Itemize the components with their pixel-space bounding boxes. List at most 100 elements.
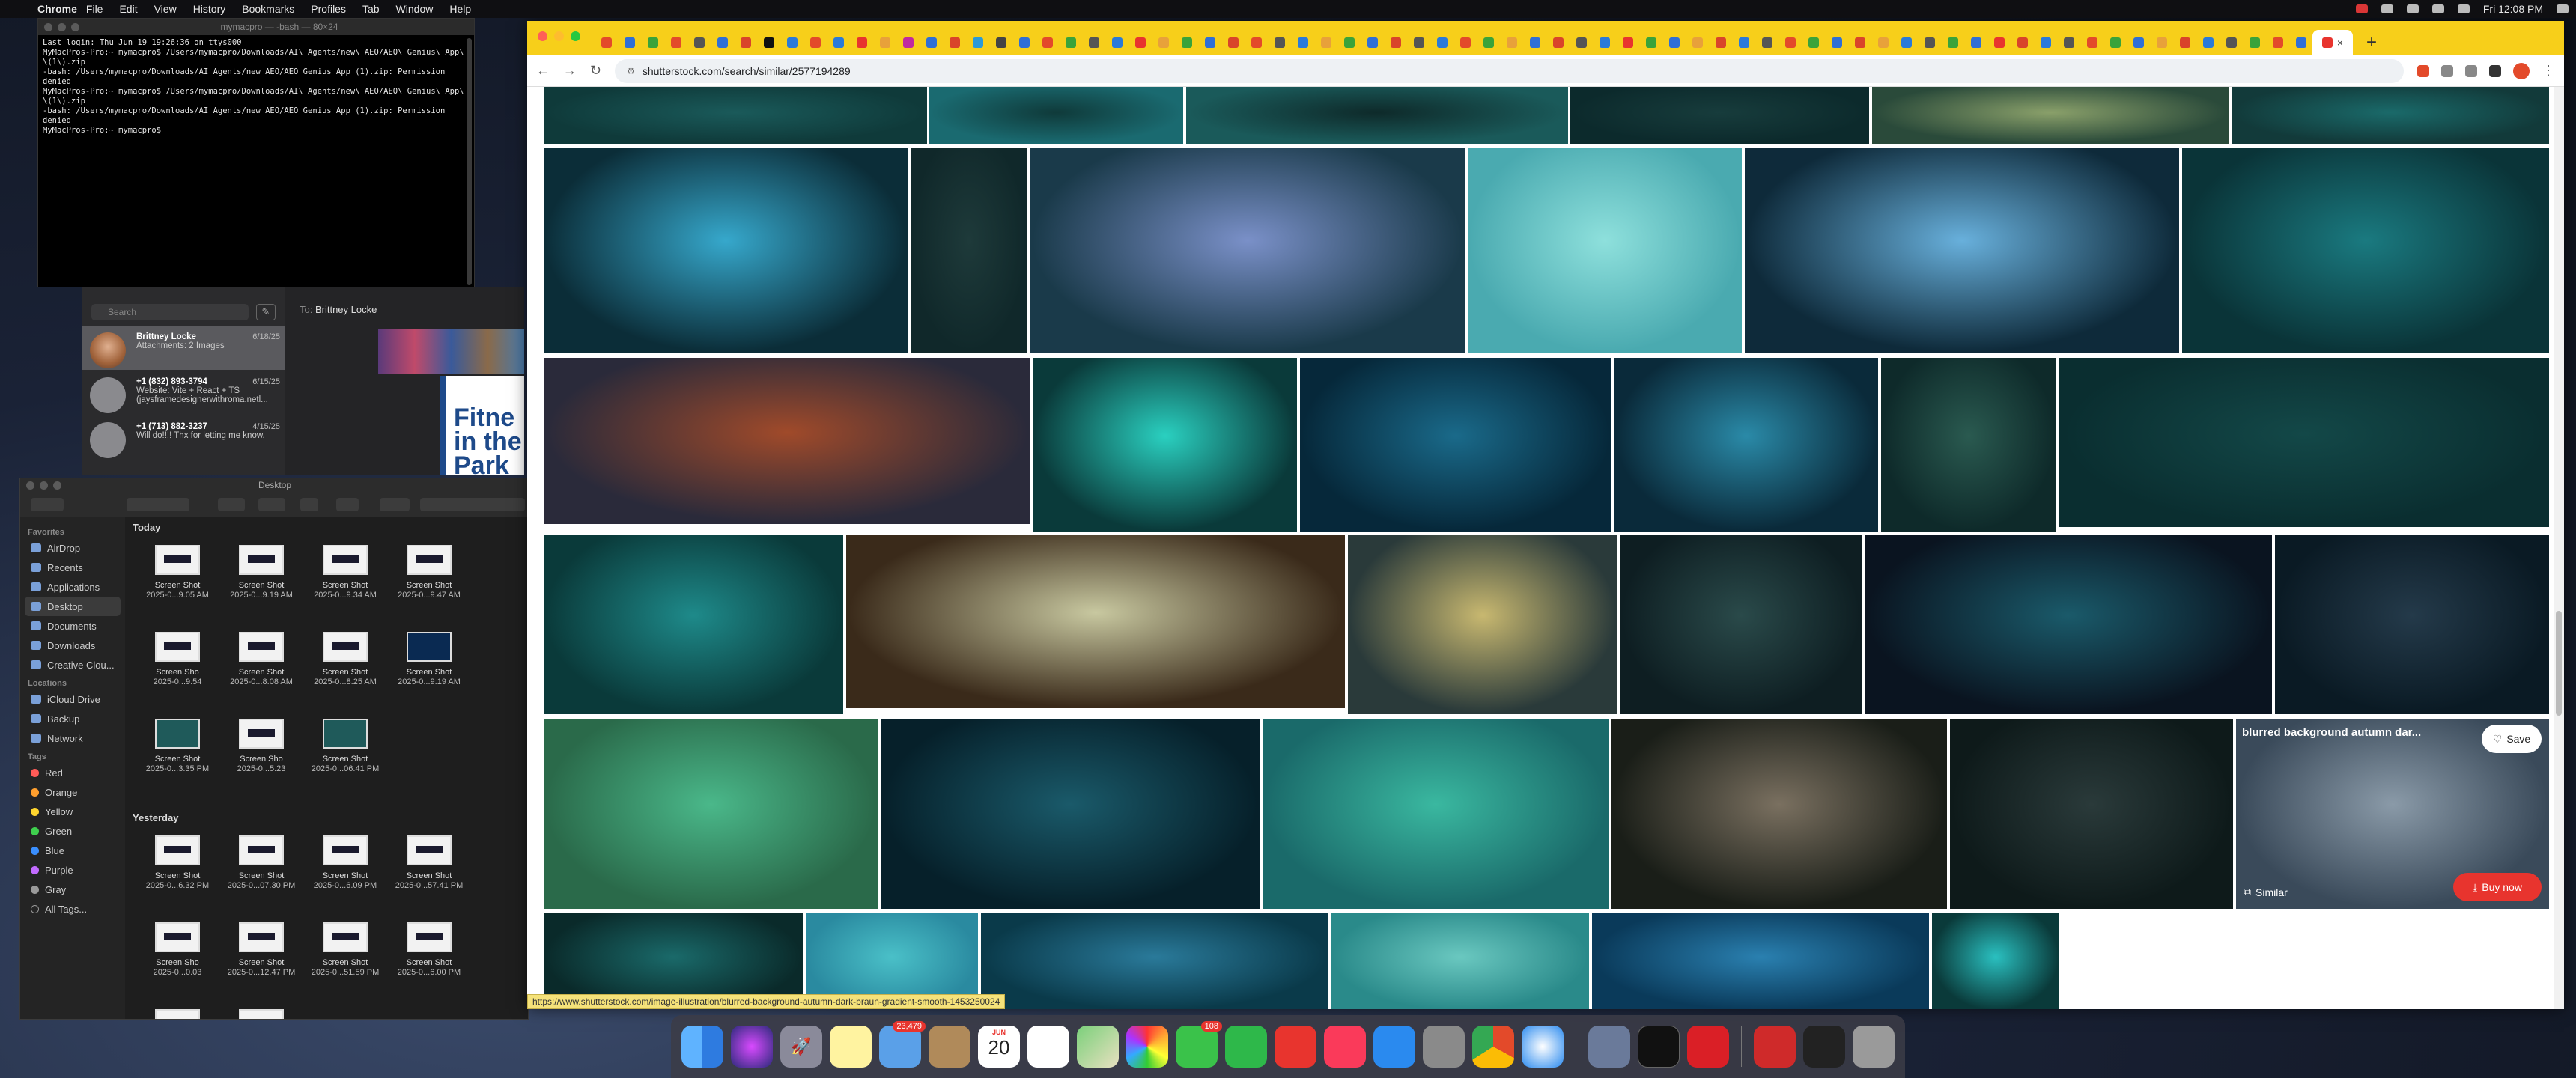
- conversation-item[interactable]: Brittney Locke Attachments: 2 Images 6/1…: [82, 326, 285, 370]
- browser-tab[interactable]: [687, 30, 711, 55]
- browser-tab[interactable]: [1523, 30, 1546, 55]
- browser-tab[interactable]: [989, 30, 1012, 55]
- file-item[interactable]: Screen Shot 2025-0...07.30 PM: [219, 828, 303, 915]
- image-result-tile[interactable]: [544, 358, 1030, 524]
- minimize-icon[interactable]: [554, 31, 564, 41]
- sidebar-item-network[interactable]: Network: [20, 728, 125, 748]
- creative-cloud-status-icon[interactable]: [2355, 4, 2368, 13]
- browser-tab[interactable]: [2220, 30, 2243, 55]
- sidebar-item-icloud[interactable]: iCloud Drive: [20, 689, 125, 709]
- browser-tab[interactable]: [2011, 30, 2034, 55]
- recipient-field[interactable]: To: Brittney Locke: [300, 304, 377, 315]
- browser-tab[interactable]: [2289, 30, 2312, 55]
- buy-now-button[interactable]: ⤓ Buy now: [2453, 873, 2542, 901]
- file-item[interactable]: Screen Shot 2025-0...9.34 AM: [303, 538, 387, 624]
- browser-tab[interactable]: [2266, 30, 2289, 55]
- site-info-icon[interactable]: ⚙: [627, 66, 635, 76]
- sidebar-tag-orange[interactable]: Orange: [20, 782, 125, 802]
- control-center-icon[interactable]: [2457, 4, 2470, 13]
- wifi-icon[interactable]: [2406, 4, 2419, 13]
- music-dock-icon[interactable]: [1324, 1026, 1366, 1068]
- image-result-tile[interactable]: [1570, 87, 1869, 144]
- preview-dock-icon[interactable]: [1588, 1026, 1630, 1068]
- group-by-button[interactable]: [218, 498, 245, 511]
- terminal-dock-icon[interactable]: [1638, 1026, 1680, 1068]
- profile-avatar[interactable]: [2513, 62, 2530, 79]
- browser-tab[interactable]: [595, 30, 618, 55]
- image-result-tile[interactable]: [1932, 913, 2059, 1009]
- menu-kebab-icon[interactable]: ⋮: [2542, 63, 2555, 79]
- image-result-tile[interactable]: [2182, 148, 2549, 353]
- trash-dock-icon[interactable]: [1853, 1026, 1895, 1068]
- bookmark-icon[interactable]: [2465, 64, 2477, 77]
- reminders-dock-icon[interactable]: [1027, 1026, 1069, 1068]
- sidebar-item-backup[interactable]: Backup: [20, 709, 125, 728]
- messages-search-input[interactable]: Search: [91, 304, 249, 320]
- browser-tab[interactable]: [2127, 30, 2150, 55]
- file-item[interactable]: Screen Shot2025-0...9.27 PM: [136, 1002, 219, 1019]
- menu-view[interactable]: View: [154, 3, 177, 15]
- browser-tab[interactable]: [780, 30, 804, 55]
- conversation-item[interactable]: +1 (713) 882-3237 Will do!!!! Thx for le…: [82, 416, 285, 460]
- browser-tab[interactable]: [711, 30, 734, 55]
- sidebar-item-recents[interactable]: Recents: [20, 558, 125, 577]
- siri-status-icon[interactable]: [2557, 4, 2569, 13]
- menu-bookmarks[interactable]: Bookmarks: [242, 3, 294, 15]
- browser-tab[interactable]: [920, 30, 943, 55]
- notes-dock-icon[interactable]: [830, 1026, 872, 1068]
- browser-tab[interactable]: [641, 30, 664, 55]
- sidebar-item-documents[interactable]: Documents: [20, 616, 125, 636]
- image-result-tile[interactable]: [1030, 148, 1465, 353]
- browser-tab[interactable]: [804, 30, 827, 55]
- mail-dock-icon[interactable]: 23,479: [879, 1021, 926, 1068]
- image-result-tile[interactable]: [881, 719, 1260, 909]
- image-result-tile[interactable]: [2275, 535, 2549, 714]
- maps-dock-icon[interactable]: [1077, 1026, 1119, 1068]
- battery-icon[interactable]: [2381, 4, 2393, 13]
- reload-icon[interactable]: ↻: [590, 63, 601, 79]
- image-result-tile[interactable]: [1300, 358, 1611, 532]
- browser-tab[interactable]: [1198, 30, 1221, 55]
- address-bar[interactable]: ⚙ shutterstock.com/search/similar/257719…: [615, 58, 2404, 83]
- menu-help[interactable]: Help: [449, 3, 471, 15]
- browser-tab[interactable]: [1616, 30, 1639, 55]
- image-result-tile[interactable]: [1348, 535, 1617, 714]
- file-item[interactable]: Screen Shot 2025-0...8.08 AM: [219, 624, 303, 711]
- forward-icon[interactable]: →: [563, 63, 577, 79]
- finder-search-input[interactable]: [420, 498, 525, 511]
- file-item[interactable]: Screen Shot 2025-0...8.25 AM: [303, 624, 387, 711]
- finder-dock-icon[interactable]: [681, 1026, 723, 1068]
- browser-tab[interactable]: [2150, 30, 2173, 55]
- browser-tab[interactable]: [1036, 30, 1059, 55]
- browser-tab[interactable]: [2080, 30, 2103, 55]
- browser-tab[interactable]: [1105, 30, 1128, 55]
- close-icon[interactable]: [538, 31, 547, 41]
- sidebar-item-desktop[interactable]: Desktop: [25, 597, 121, 616]
- sidebar-tag-gray[interactable]: Gray: [20, 880, 125, 899]
- close-icon[interactable]: [26, 481, 34, 490]
- browser-tab[interactable]: [1593, 30, 1616, 55]
- image-result-tile[interactable]: [544, 535, 843, 714]
- creative-cloud-dock-icon[interactable]: [1687, 1026, 1729, 1068]
- image-result-tile[interactable]: [929, 87, 1183, 144]
- file-item[interactable]: Screen Shot 2025-0...9.19 AM: [219, 538, 303, 624]
- file-item[interactable]: Screen Shot 2025-0...9.05 AM: [136, 538, 219, 624]
- system-preferences-dock-icon[interactable]: [1423, 1026, 1465, 1068]
- image-result-tile[interactable]: [911, 148, 1027, 353]
- news-dock-icon[interactable]: [1275, 1026, 1316, 1068]
- sidebar-tag-blue[interactable]: Blue: [20, 841, 125, 860]
- image-result-tile[interactable]: [2232, 87, 2549, 144]
- browser-tab[interactable]: [1337, 30, 1361, 55]
- sidebar-item-applications[interactable]: Applications: [20, 577, 125, 597]
- browser-tab[interactable]: [1570, 30, 1593, 55]
- browser-tab[interactable]: [618, 30, 641, 55]
- file-item[interactable]: Screen Sho 2025-0...9.54: [136, 624, 219, 711]
- minimize-icon[interactable]: [58, 22, 66, 31]
- browser-tab[interactable]: [664, 30, 687, 55]
- browser-tab[interactable]: [1662, 30, 1686, 55]
- browser-tab[interactable]: [1895, 30, 1918, 55]
- image-result-tile[interactable]: [1865, 535, 2272, 714]
- extension-icon[interactable]: [2417, 64, 2429, 77]
- browser-tab[interactable]: [1500, 30, 1523, 55]
- image-result-tile[interactable]: [1033, 358, 1297, 532]
